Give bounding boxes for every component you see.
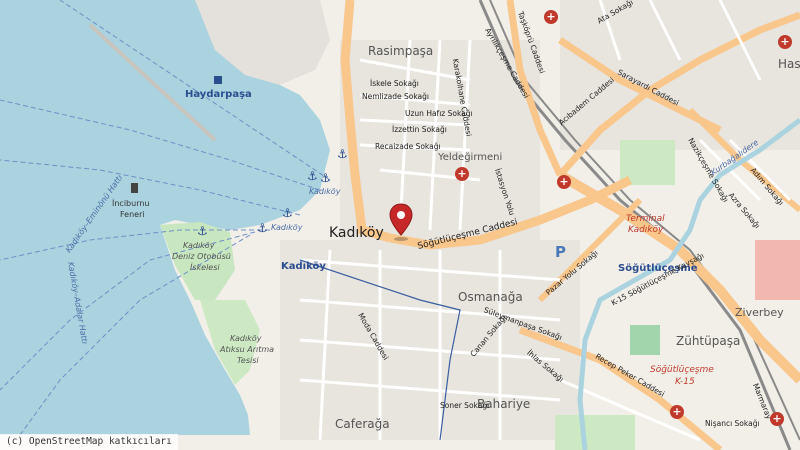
stadium-field [630, 325, 660, 355]
station-haydarpasa: Haydarpaşa [185, 89, 252, 100]
landmark-deniz-2: Deniz Otobüsü [172, 252, 231, 261]
pier-label: Kadıköy [309, 187, 341, 196]
landmark-feneri: Feneri [120, 210, 145, 219]
anchor-icon: ⚓ [257, 221, 268, 235]
district-kadikoy: Kadıköy [329, 225, 384, 241]
district-yeldegirmeni: Yeldeğirmeni [438, 152, 503, 163]
anchor-icon: ⚓ [337, 147, 348, 161]
landmark-aritma-3: Tesisi [237, 356, 259, 365]
hospital-icon[interactable]: + [455, 167, 469, 181]
landmark-terminal-1: Terminal [626, 214, 665, 224]
anchor-icon: ⚓ [197, 224, 208, 238]
hospital-icon[interactable]: + [778, 35, 792, 49]
landmark-deniz-1: Kadıköy [183, 241, 215, 250]
anchor-icon: ⚓ [320, 171, 331, 185]
landmark-k15-1: Söğütlüçeşme [650, 365, 714, 375]
district-zuhtupasa: Zühtüpaşa [676, 334, 741, 348]
station-kadikoy: Kadıköy [281, 261, 326, 272]
park-bottom [555, 415, 635, 450]
street-nemlizade: Nemlizade Sokağı [362, 92, 429, 101]
district-has: Has [778, 57, 800, 71]
pier-label-2: Kadıköy [271, 223, 303, 232]
district-rasimpasa: Rasimpaşa [368, 44, 434, 58]
street-recaizade: Recaizade Sokağı [375, 142, 441, 151]
parking-icon: P [555, 243, 566, 261]
hospital-icon[interactable]: + [557, 175, 571, 189]
lighthouse-icon [131, 183, 138, 193]
street-nisanci: Nişancı Sokağı [705, 419, 760, 428]
landmark-aritma-2: Atıksu Arıtma [220, 345, 275, 354]
hospital-icon[interactable]: + [670, 405, 684, 419]
landmark-deniz-3: İskelesi [190, 263, 220, 272]
landmark-inciburnu: İnciburnu [112, 199, 150, 208]
hospital-icon[interactable]: + [544, 10, 558, 24]
train-station-icon [214, 76, 222, 84]
street-iskele: İskele Sokağı [370, 79, 419, 88]
location-pin-icon[interactable] [389, 203, 413, 243]
street-izzettin: İzzettin Sokağı [392, 125, 447, 134]
landmark-aritma-1: Kadıköy [230, 334, 262, 343]
map-attribution: (c) OpenStreetMap katkıcıları [0, 434, 178, 450]
landmark-terminal-2: Kadıköy [628, 225, 664, 235]
hospital-icon[interactable]: + [770, 412, 784, 426]
highlight-area [755, 240, 800, 300]
anchor-icon: ⚓ [282, 206, 293, 220]
landmark-k15-2: K-15 [675, 377, 695, 387]
street-soner: Soner Sokağı [440, 401, 490, 410]
district-ziverbey: Ziverbey [735, 306, 784, 319]
district-caferaga: Caferağa [335, 417, 390, 431]
district-osmanaga: Osmanağa [458, 290, 523, 304]
anchor-icon: ⚓ [307, 169, 318, 183]
map-canvas[interactable]: Rasimpaşa Kadıköy Osmanağa Yeldeğirmeni … [0, 0, 800, 450]
